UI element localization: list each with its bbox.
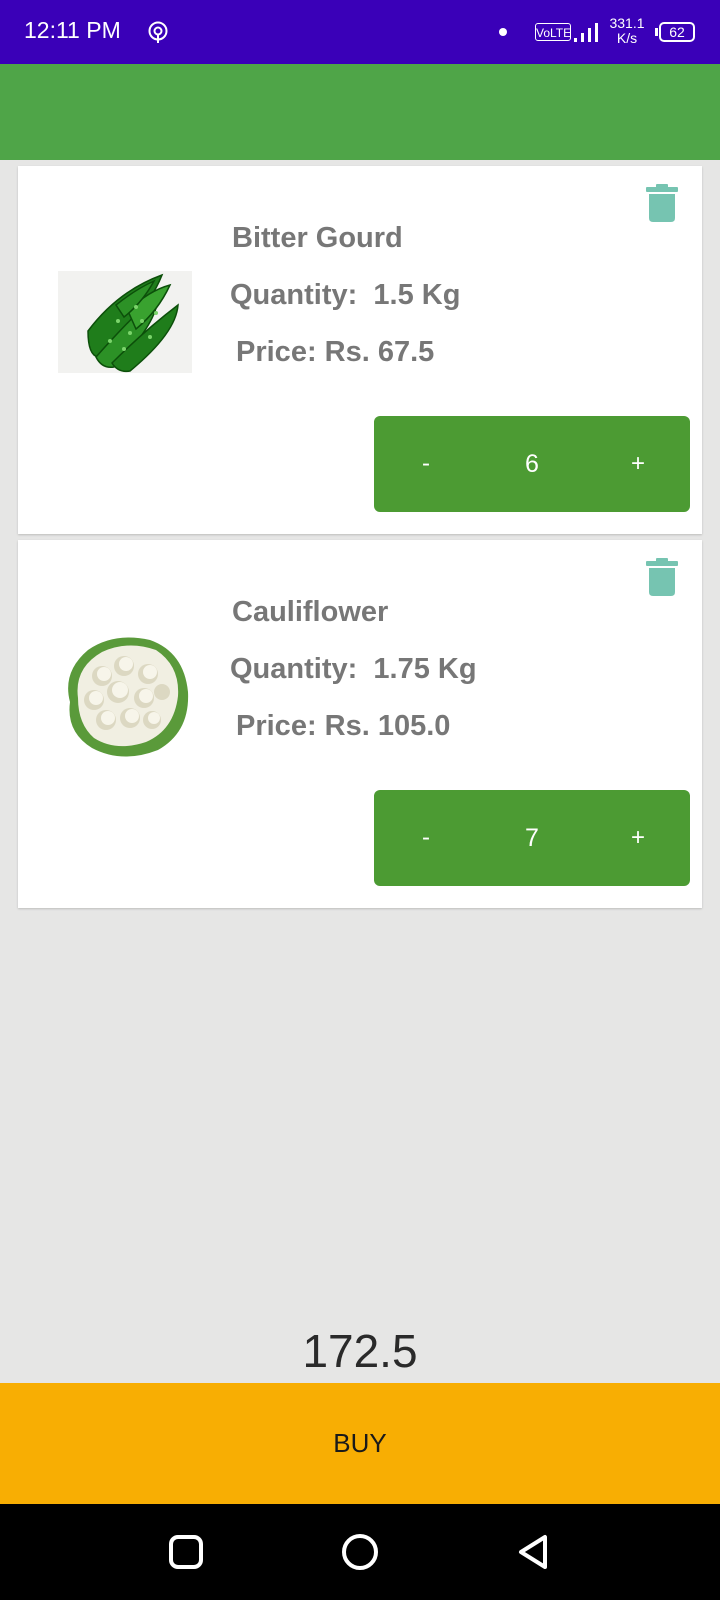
item-price: Price: Rs. 105.0 [236, 710, 451, 742]
quantity-stepper: - 6 + [374, 416, 690, 512]
cart-total: 172.5 [302, 1325, 418, 1377]
delete-icon[interactable] [646, 558, 678, 596]
decrement-button[interactable]: - [396, 416, 456, 512]
app-bar [0, 64, 720, 160]
item-quantity: Quantity: 1.5 Kg [230, 279, 461, 311]
item-quantity: Quantity: 1.75 Kg [230, 653, 477, 685]
network-speed-value: 331.1 [609, 15, 645, 31]
stepper-value: 7 [525, 824, 539, 852]
notification-dot-icon [499, 28, 507, 36]
increment-button[interactable]: + [608, 416, 668, 512]
quantity-stepper: - 7 + [374, 790, 690, 886]
cart-item-card: Cauliflower Quantity: 1.75 Kg Price: Rs.… [18, 540, 702, 908]
nav-recents-icon[interactable] [166, 1532, 206, 1572]
cauliflower-image [68, 637, 189, 757]
item-name: Cauliflower [232, 596, 389, 628]
decrement-button[interactable]: - [396, 790, 456, 886]
network-speed: 331.1 K/s [604, 16, 650, 46]
bitter-gourd-image [58, 271, 192, 373]
stepper-value: 6 [525, 450, 539, 478]
volte-icon: VoLTE [535, 23, 571, 41]
nav-home-icon[interactable] [340, 1532, 380, 1572]
navigation-bar [0, 1504, 720, 1600]
nav-back-icon[interactable] [514, 1532, 554, 1572]
battery-level: 62 [669, 24, 685, 40]
item-name: Bitter Gourd [232, 222, 403, 254]
status-time: 12:11 PM [24, 17, 121, 43]
cart-item-card: Bitter Gourd Quantity: 1.5 Kg Price: Rs.… [18, 166, 702, 534]
signal-icon [574, 23, 598, 42]
hotspot-icon [148, 21, 168, 43]
network-speed-unit: K/s [616, 30, 638, 46]
item-price: Price: Rs. 67.5 [236, 336, 435, 368]
status-bar: 12:11 PM VoLTE 331.1 K/s 62 [0, 0, 720, 64]
buy-button[interactable]: BUY [0, 1383, 720, 1504]
increment-button[interactable]: + [608, 790, 668, 886]
delete-icon[interactable] [646, 184, 678, 222]
